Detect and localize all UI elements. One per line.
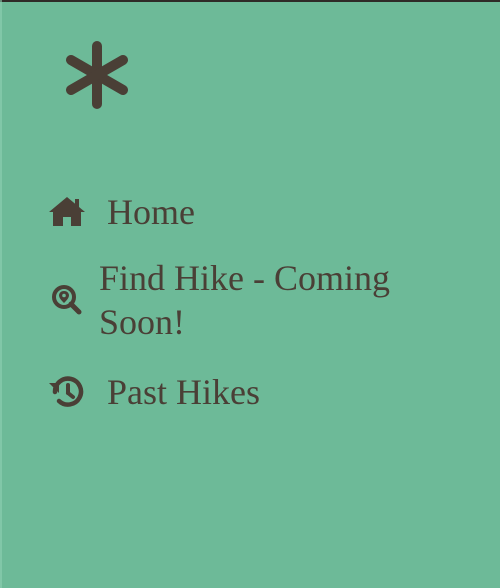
sidebar-nav: Home Find Hike - Coming Soon! Past Hikes: [45, 190, 475, 414]
search-location-icon: [45, 278, 89, 322]
nav-item-home[interactable]: Home: [45, 190, 475, 234]
logo-asterisk-icon: [62, 40, 132, 110]
nav-item-home-label: Home: [107, 192, 195, 232]
home-icon: [45, 190, 89, 234]
history-icon: [45, 370, 89, 414]
left-border: [0, 0, 2, 588]
top-border: [0, 0, 500, 2]
nav-item-find-hike-label: Find Hike - Coming Soon!: [99, 258, 391, 342]
nav-item-find-hike[interactable]: Find Hike - Coming Soon!: [45, 256, 475, 344]
nav-item-past-hikes[interactable]: Past Hikes: [45, 370, 475, 414]
nav-item-past-hikes-label: Past Hikes: [107, 372, 260, 412]
